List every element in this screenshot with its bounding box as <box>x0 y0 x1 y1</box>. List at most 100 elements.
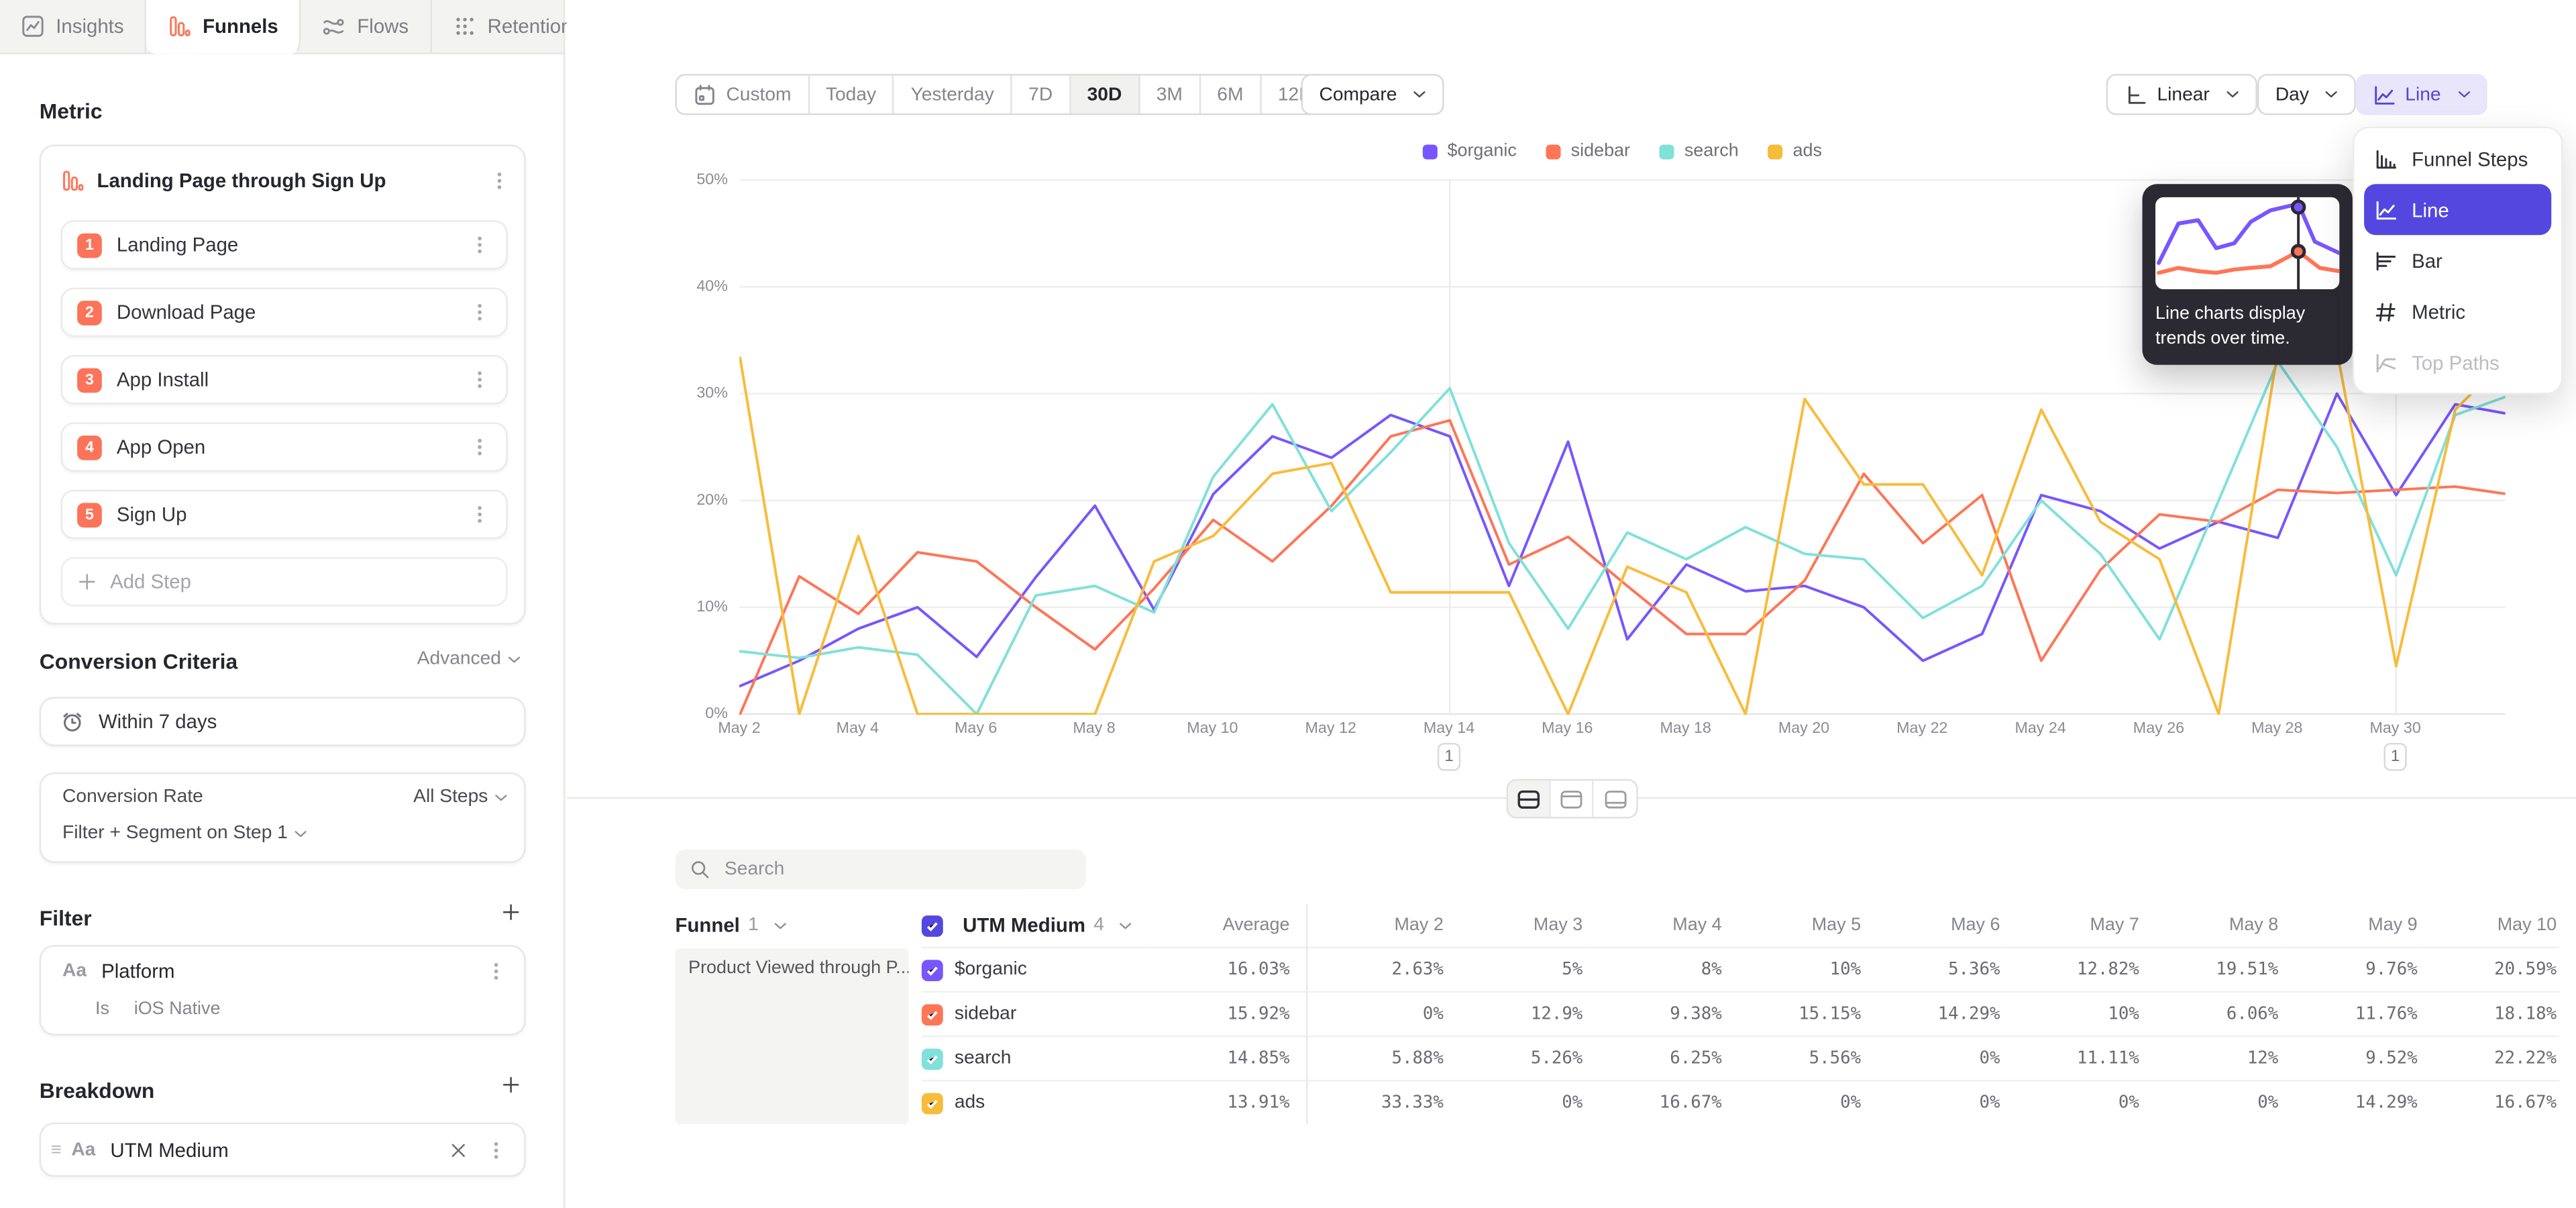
column-header-may-3[interactable]: May 3 <box>1447 904 1586 947</box>
step-label: Sign Up <box>117 503 453 525</box>
x-axis-tick: May 20 <box>1755 720 1854 738</box>
x-axis-tick: May 22 <box>1873 720 1972 738</box>
table-row-name-sidebar[interactable]: sidebar <box>922 991 1152 1036</box>
column-header-may-9[interactable]: May 9 <box>2282 904 2420 947</box>
menu-item-funnel-steps[interactable]: Funnel Steps <box>2354 133 2561 184</box>
layout-split-button[interactable] <box>1508 781 1551 817</box>
scale-dropdown[interactable]: Linear <box>2106 74 2257 115</box>
table-row-name-search[interactable]: search <box>922 1036 1152 1080</box>
search-input[interactable] <box>721 858 1071 880</box>
column-header-may-8[interactable]: May 8 <box>2143 904 2282 947</box>
date-range-custom[interactable]: Custom <box>677 76 809 113</box>
table-value: 0% <box>2143 1080 2282 1124</box>
metric-header[interactable]: Landing Page through Sign Up <box>61 160 511 203</box>
column-header-may-7[interactable]: May 7 <box>2003 904 2142 947</box>
chevron-down-icon <box>2325 91 2339 99</box>
series-checkbox[interactable] <box>922 1048 943 1069</box>
menu-item-line[interactable]: Line <box>2364 184 2551 235</box>
search-icon <box>690 860 710 879</box>
column-header-average[interactable]: Average <box>1152 904 1308 947</box>
series-checkbox[interactable] <box>922 959 943 980</box>
series-checkbox[interactable] <box>922 1003 943 1025</box>
step-kebab-icon[interactable] <box>468 503 491 525</box>
x-axis-tick: May 14 <box>1400 720 1499 738</box>
column-header-may-2[interactable]: May 2 <box>1307 904 1446 947</box>
date-range-3m[interactable]: 3M <box>1140 76 1201 113</box>
legend-item-ads[interactable]: ads <box>1768 142 1822 161</box>
date-range-today[interactable]: Today <box>809 76 894 113</box>
filter-segment-row[interactable]: Filter + Segment on Step 1 <box>62 823 508 843</box>
conversion-window-card[interactable]: Within 7 days <box>40 697 526 746</box>
date-range-6m[interactable]: 6M <box>1201 76 1262 113</box>
date-range-yesterday[interactable]: Yesterday <box>894 76 1012 113</box>
metric-kebab-icon[interactable] <box>488 169 511 192</box>
funnel-step-3[interactable]: 3App Install <box>61 355 508 404</box>
step-number-badge: 5 <box>77 502 102 527</box>
tab-insights[interactable]: Insights <box>0 0 147 52</box>
filter-kebab-icon[interactable] <box>484 960 507 983</box>
add-step-button[interactable]: Add Step <box>61 557 508 606</box>
annotation-badge[interactable]: 1 <box>1438 743 1460 771</box>
table-search[interactable] <box>676 850 1086 889</box>
step-kebab-icon[interactable] <box>468 436 491 458</box>
table-header-breakdown[interactable]: UTM Medium 4 <box>922 904 1152 947</box>
step-kebab-icon[interactable] <box>468 301 491 323</box>
add-filter-button[interactable] <box>501 902 521 921</box>
step-kebab-icon[interactable] <box>468 234 491 256</box>
breakdown-count: 4 <box>1093 915 1104 935</box>
drag-handle-icon[interactable]: ≡ <box>51 1140 62 1159</box>
retention-icon <box>453 15 476 38</box>
layout-chart-button[interactable] <box>1551 781 1594 817</box>
funnel-step-2[interactable]: 2Download Page <box>61 288 508 337</box>
menu-item-top-paths: Top Paths <box>2354 337 2561 388</box>
tab-funnels[interactable]: Funnels <box>147 0 301 54</box>
table-group-label[interactable]: Product Viewed through P... <box>676 948 909 1124</box>
layout-split-icon <box>1516 788 1541 809</box>
table-row-name-ads[interactable]: ads <box>922 1080 1152 1124</box>
app-window: Insights Funnels Flows Retention Metric … <box>0 0 2576 1208</box>
menu-item-metric[interactable]: Metric <box>2354 286 2561 337</box>
step-kebab-icon[interactable] <box>468 368 491 391</box>
legend-item-search[interactable]: search <box>1660 142 1739 161</box>
compare-button[interactable]: Compare <box>1301 74 1445 115</box>
conversion-rate-value[interactable]: All Steps <box>413 787 488 807</box>
breakdown-checkbox[interactable] <box>922 915 943 936</box>
advanced-dropdown[interactable]: Advanced <box>417 649 521 668</box>
add-breakdown-button[interactable] <box>501 1075 521 1095</box>
table-value: 5% <box>1447 947 1586 991</box>
chart-type-dropdown[interactable]: Line <box>2356 74 2487 115</box>
y-axis-tick: 50% <box>662 171 728 189</box>
x-axis-tick: May 4 <box>808 720 907 738</box>
table-row-name-organic[interactable]: $organic <box>922 947 1152 991</box>
tab-insights-label: Insights <box>56 15 123 38</box>
interval-dropdown[interactable]: Day <box>2257 74 2357 115</box>
funnel-step-5[interactable]: 5 Sign Up <box>61 490 508 539</box>
tab-flows[interactable]: Flows <box>301 0 431 52</box>
funnel-step-4[interactable]: 4App Open <box>61 422 508 471</box>
layout-table-button[interactable] <box>1594 781 1637 817</box>
column-header-may-10[interactable]: May 10 <box>2421 904 2560 947</box>
metric-heading: Metric <box>40 99 103 123</box>
date-range-7d[interactable]: 7D <box>1012 76 1071 113</box>
filter-heading: Filter <box>40 905 92 930</box>
series-checkbox[interactable] <box>922 1092 943 1113</box>
column-header-may-5[interactable]: May 5 <box>1725 904 1864 947</box>
breakdown-card[interactable]: ≡ Aa UTM Medium <box>40 1123 526 1177</box>
date-range-30d[interactable]: 30D <box>1071 76 1140 113</box>
close-icon[interactable] <box>449 1140 468 1159</box>
funnel-step-1[interactable]: 1Landing Page <box>61 220 508 269</box>
filter-property-row[interactable]: Aa Platform <box>62 960 508 983</box>
menu-item-bar[interactable]: Bar <box>2354 235 2561 286</box>
column-header-may-4[interactable]: May 4 <box>1586 904 1725 947</box>
conversion-criteria-heading: Conversion Criteria <box>40 649 237 674</box>
chevron-down-icon <box>2457 91 2471 99</box>
table-header-funnel[interactable]: Funnel 1 <box>676 904 922 947</box>
legend-item-sidebar[interactable]: sidebar <box>1546 142 1630 161</box>
x-axis-tick: May 28 <box>2228 720 2326 738</box>
column-header-may-6[interactable]: May 6 <box>1864 904 2003 947</box>
legend-item-organic[interactable]: $organic <box>1423 142 1517 161</box>
annotation-badge[interactable]: 1 <box>2383 743 2406 771</box>
filter-condition-row[interactable]: Is iOS Native <box>95 999 508 1019</box>
series-name: search <box>955 1048 1012 1068</box>
breakdown-kebab-icon[interactable] <box>484 1138 507 1161</box>
